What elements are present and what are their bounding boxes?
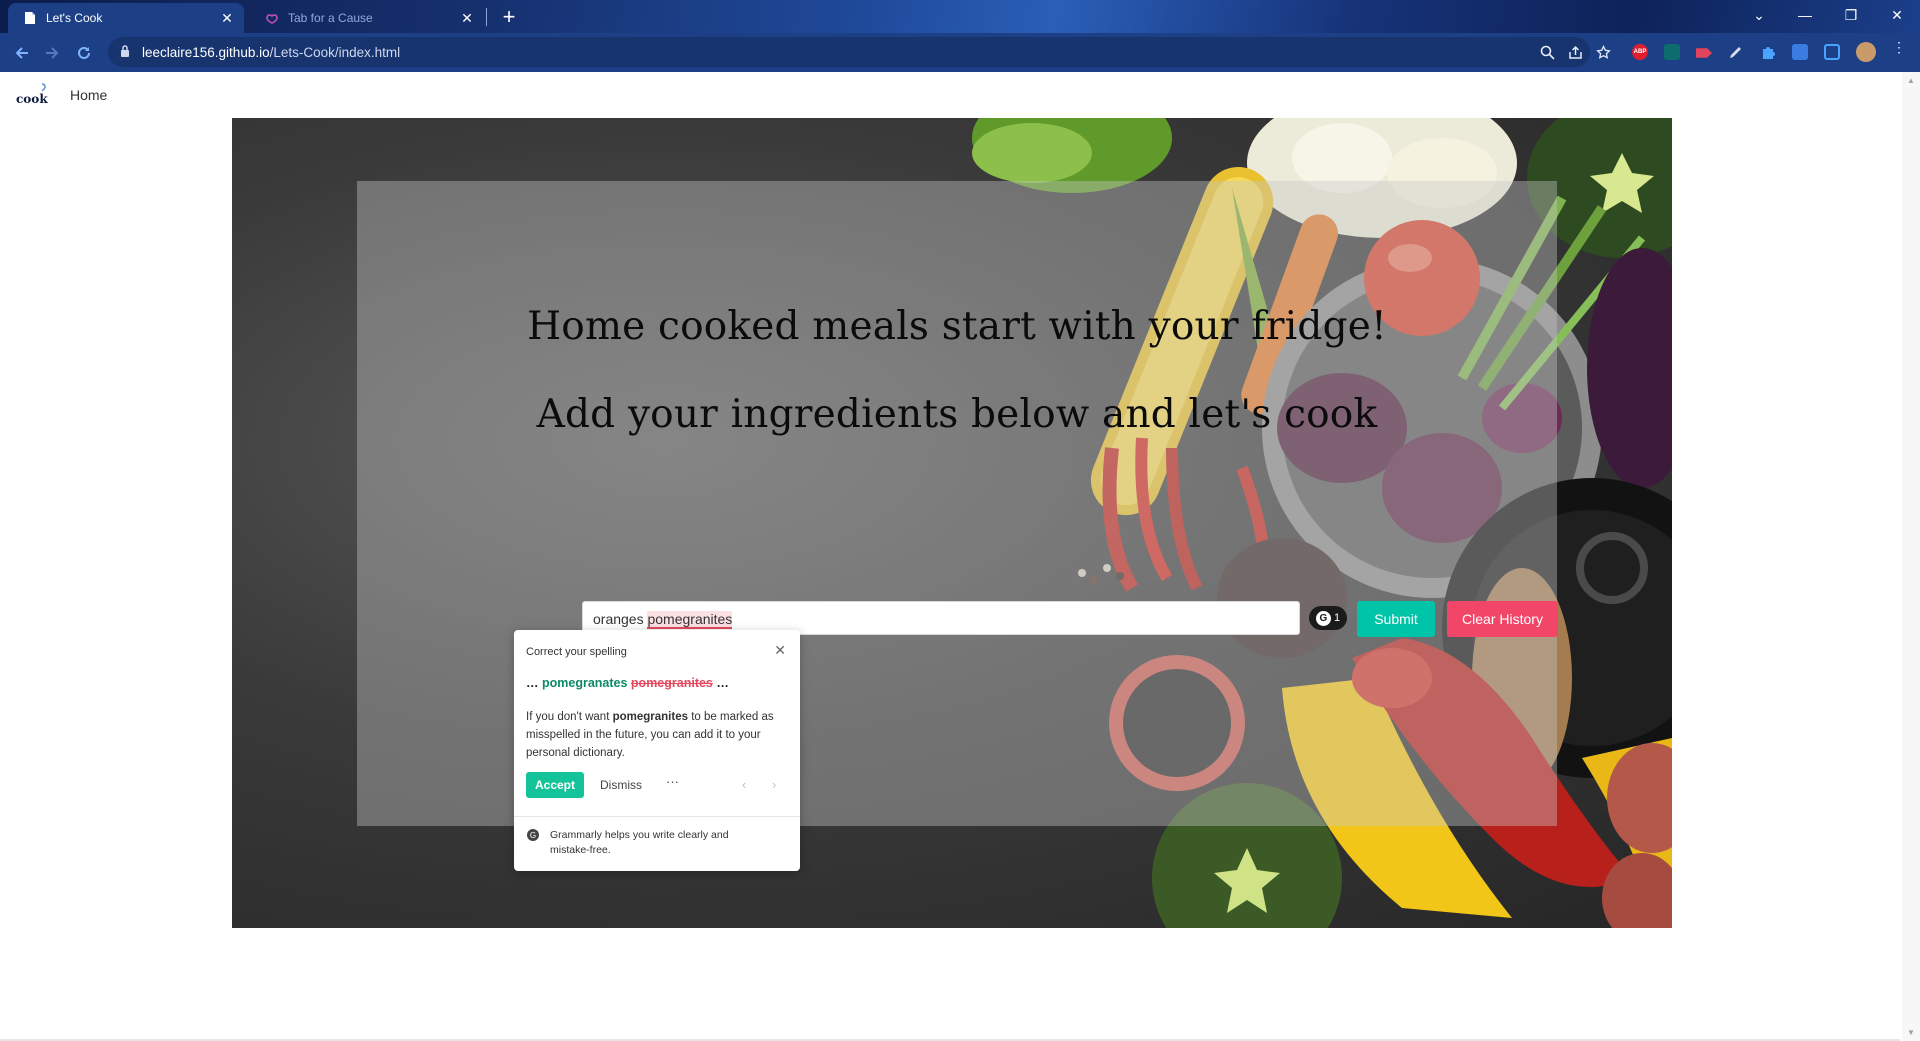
dismiss-button[interactable]: Dismiss xyxy=(600,778,642,792)
page-scrollbar[interactable]: ▲ ▼ xyxy=(1902,72,1920,1041)
video-extension-icon[interactable] xyxy=(1696,48,1712,58)
scroll-up-arrow-icon[interactable]: ▲ xyxy=(1907,76,1915,85)
tab-separator xyxy=(486,8,487,26)
nav-home-link[interactable]: Home xyxy=(70,87,107,103)
close-window-button[interactable]: ✕ xyxy=(1874,0,1920,30)
popup-close-icon[interactable]: ✕ xyxy=(774,642,786,659)
url-text: leeclaire156.github.io/Lets-Cook/index.h… xyxy=(142,45,401,60)
grammarly-icon: G xyxy=(1315,610,1331,626)
grammarly-suggestion-popup: Correct your spelling ✕ … pomegranates p… xyxy=(514,630,800,871)
browser-chrome: Let's Cook ✕ Tab for a Cause ✕ + ⌄ — ❐ ✕ xyxy=(0,0,1920,72)
popup-header: Correct your spelling xyxy=(526,646,627,658)
back-arrow-icon[interactable] xyxy=(10,41,34,65)
tab-strip: Let's Cook ✕ Tab for a Cause ✕ + ⌄ — ❐ ✕ xyxy=(0,0,1920,33)
site-navbar: cook Home xyxy=(0,72,1900,118)
extension-blue-icon[interactable] xyxy=(1792,44,1808,60)
suggestion-correct[interactable]: pomegranates xyxy=(542,676,627,690)
previous-chevron-icon[interactable]: ‹ xyxy=(742,777,746,792)
bookmark-star-icon[interactable] xyxy=(1596,44,1612,61)
pen-extension-icon[interactable] xyxy=(1728,44,1744,60)
puzzle-extension-icon[interactable] xyxy=(1760,44,1776,60)
browser-toolbar: leeclaire156.github.io/Lets-Cook/index.h… xyxy=(0,33,1920,72)
site-logo[interactable]: cook xyxy=(12,82,48,110)
tab-close-icon[interactable]: ✕ xyxy=(458,10,476,27)
tab-title: Let's Cook xyxy=(46,11,103,25)
scroll-down-arrow-icon[interactable]: ▼ xyxy=(1907,1028,1915,1037)
accept-button[interactable]: Accept xyxy=(526,772,584,798)
grammarly-badge[interactable]: G 1 xyxy=(1309,606,1347,630)
input-text-misspelled[interactable]: pomegranites xyxy=(647,611,733,629)
document-favicon-icon xyxy=(22,10,38,26)
zoom-search-icon[interactable] xyxy=(1540,45,1556,61)
hero-subheading: Add your ingredients below and let's coo… xyxy=(536,392,1378,437)
submit-button[interactable]: Submit xyxy=(1357,601,1435,637)
more-options-icon[interactable]: ··· xyxy=(666,774,679,789)
next-chevron-icon[interactable]: › xyxy=(772,777,776,792)
suggestion-wrong: pomegranites xyxy=(630,676,713,690)
tab-tab-for-a-cause[interactable]: Tab for a Cause ✕ xyxy=(250,3,484,33)
clear-history-button[interactable]: Clear History xyxy=(1447,601,1558,637)
input-text-plain: oranges xyxy=(593,611,644,627)
browser-menu-icon[interactable]: ⋮ xyxy=(1892,40,1906,54)
extension-teal-icon[interactable] xyxy=(1664,44,1680,60)
profile-avatar[interactable] xyxy=(1856,42,1876,62)
logo-text: cook xyxy=(16,92,48,106)
side-panel-icon[interactable] xyxy=(1824,44,1840,60)
adblock-extension-icon[interactable]: ABP xyxy=(1632,44,1648,60)
tab-search-chevron-icon[interactable]: ⌄ xyxy=(1736,0,1782,30)
grammarly-count: 1 xyxy=(1333,612,1341,624)
tab-lets-cook[interactable]: Let's Cook ✕ xyxy=(8,3,244,33)
tab-close-icon[interactable]: ✕ xyxy=(218,10,236,27)
grammarly-logo-icon: G xyxy=(527,829,539,841)
lock-icon xyxy=(120,45,130,63)
reload-icon[interactable] xyxy=(72,41,96,65)
popup-explanation: If you don't want pomegranites to be mar… xyxy=(526,711,774,759)
popup-divider xyxy=(514,816,800,817)
share-icon[interactable] xyxy=(1568,45,1584,61)
tab-title: Tab for a Cause xyxy=(288,11,373,25)
hero-section: Home cooked meals start with your fridge… xyxy=(232,118,1672,928)
forward-arrow-icon[interactable] xyxy=(40,41,64,65)
restore-button[interactable]: ❐ xyxy=(1828,0,1874,30)
popup-footer-text: Grammarly helps you write clearly and mi… xyxy=(550,829,729,856)
spelling-suggestion[interactable]: … pomegranates pomegranites … xyxy=(526,676,729,690)
new-tab-button[interactable]: + xyxy=(496,5,522,31)
minimize-button[interactable]: — xyxy=(1782,0,1828,30)
hero-heading: Home cooked meals start with your fridge… xyxy=(527,304,1387,349)
address-bar[interactable]: leeclaire156.github.io/Lets-Cook/index.h… xyxy=(108,37,1611,67)
tab-for-a-cause-favicon-icon xyxy=(264,10,280,26)
